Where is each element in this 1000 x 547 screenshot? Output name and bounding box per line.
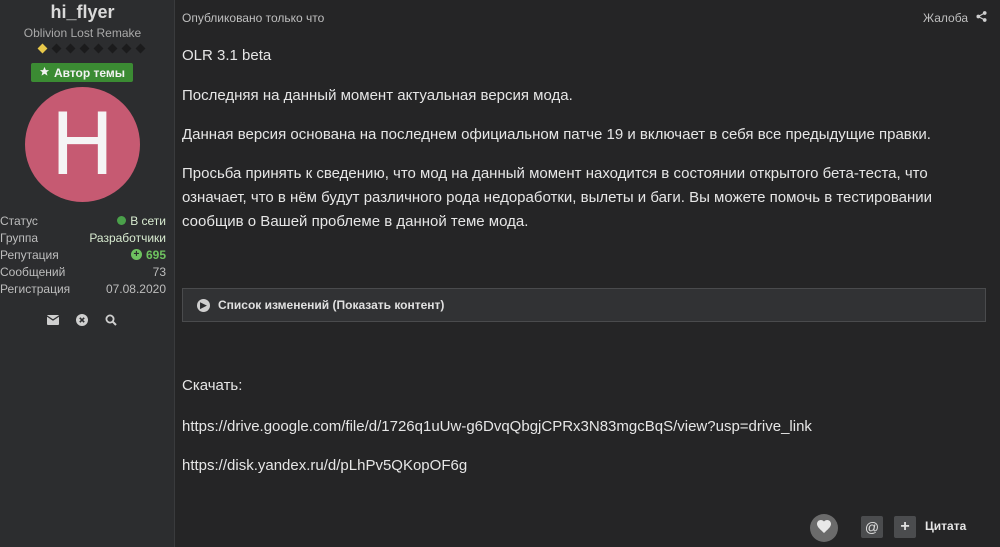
envelope-icon[interactable] <box>47 314 59 326</box>
post-paragraph: Просьба принять к сведению, что мод на д… <box>182 165 933 230</box>
star-icon <box>39 66 50 80</box>
author-actions <box>47 314 117 326</box>
rank-pip <box>107 43 118 54</box>
heart-icon <box>816 519 832 538</box>
search-icon[interactable] <box>105 314 117 326</box>
badge-label: Автор темы <box>53 65 126 80</box>
rank-pip <box>93 43 104 54</box>
post-timestamp[interactable]: Опубликовано только что <box>182 11 324 25</box>
post-paragraph: Данная версия основана на последнем офиц… <box>182 126 931 143</box>
stat-row-reputation: Репутация + 695 <box>0 246 166 263</box>
post-paragraph: Последняя на данный момент актуальная ве… <box>182 87 573 104</box>
yandex-disk-link[interactable]: https://disk.yandex.ru/d/pLhPv5QKopOF6g <box>182 457 467 474</box>
stat-value-registered: 07.08.2020 <box>105 281 166 296</box>
stat-label: Группа <box>0 230 39 245</box>
rank-pip-filled <box>37 43 48 54</box>
block-icon[interactable] <box>76 314 88 326</box>
mention-button[interactable]: @ <box>861 516 883 538</box>
stat-label: Статус <box>0 213 38 228</box>
stat-value-status: В сети <box>130 213 166 228</box>
post-paragraph: OLR 3.1 beta <box>182 47 272 64</box>
stat-label: Регистрация <box>0 281 71 296</box>
stat-label: Сообщений <box>0 264 66 279</box>
rank-pip <box>51 43 62 54</box>
author-stats: Статус В сети Группа Разработчики Репута… <box>0 212 166 297</box>
multiquote-button[interactable]: + <box>894 516 916 538</box>
stat-value-posts: 73 <box>152 264 166 279</box>
quote-button[interactable]: Цитата <box>925 519 966 533</box>
report-link[interactable]: Жалоба <box>923 11 968 25</box>
share-icon[interactable] <box>976 11 987 25</box>
rank-pip <box>121 43 132 54</box>
topic-author-badge: Автор темы <box>31 63 133 82</box>
rank-pip <box>135 43 146 54</box>
google-drive-link[interactable]: https://drive.google.com/file/d/1726q1uU… <box>182 418 812 435</box>
author-title: Oblivion Lost Remake <box>23 26 142 40</box>
reaction-button[interactable] <box>810 514 838 542</box>
author-sidebar: hi_flyer Oblivion Lost Remake Автор темы… <box>0 0 175 547</box>
plus-circle-icon: + <box>130 249 142 260</box>
rank-pip <box>79 43 90 54</box>
spoiler-label: Список изменений (Показать контент) <box>218 298 445 312</box>
rank-pip <box>65 43 76 54</box>
changelog-spoiler[interactable]: ▶ Список изменений (Показать контент) <box>182 288 986 322</box>
rank-pips <box>37 43 146 54</box>
stat-value-reputation: 695 <box>145 247 166 262</box>
avatar[interactable]: H <box>25 87 140 202</box>
stat-label: Репутация <box>0 247 59 262</box>
stat-row-posts: Сообщений 73 <box>0 263 166 280</box>
chevron-right-icon: ▶ <box>197 298 210 312</box>
stat-row-registered: Регистрация 07.08.2020 <box>0 280 166 297</box>
download-label: Скачать: <box>182 377 243 394</box>
stat-value-group: Разработчики <box>89 230 166 245</box>
author-username[interactable]: hi_flyer <box>0 2 165 23</box>
stat-row-group: Группа Разработчики <box>0 229 166 246</box>
stat-row-status: Статус В сети <box>0 212 166 229</box>
report-bar: Жалоба <box>923 11 987 25</box>
online-dot-icon <box>117 216 127 225</box>
